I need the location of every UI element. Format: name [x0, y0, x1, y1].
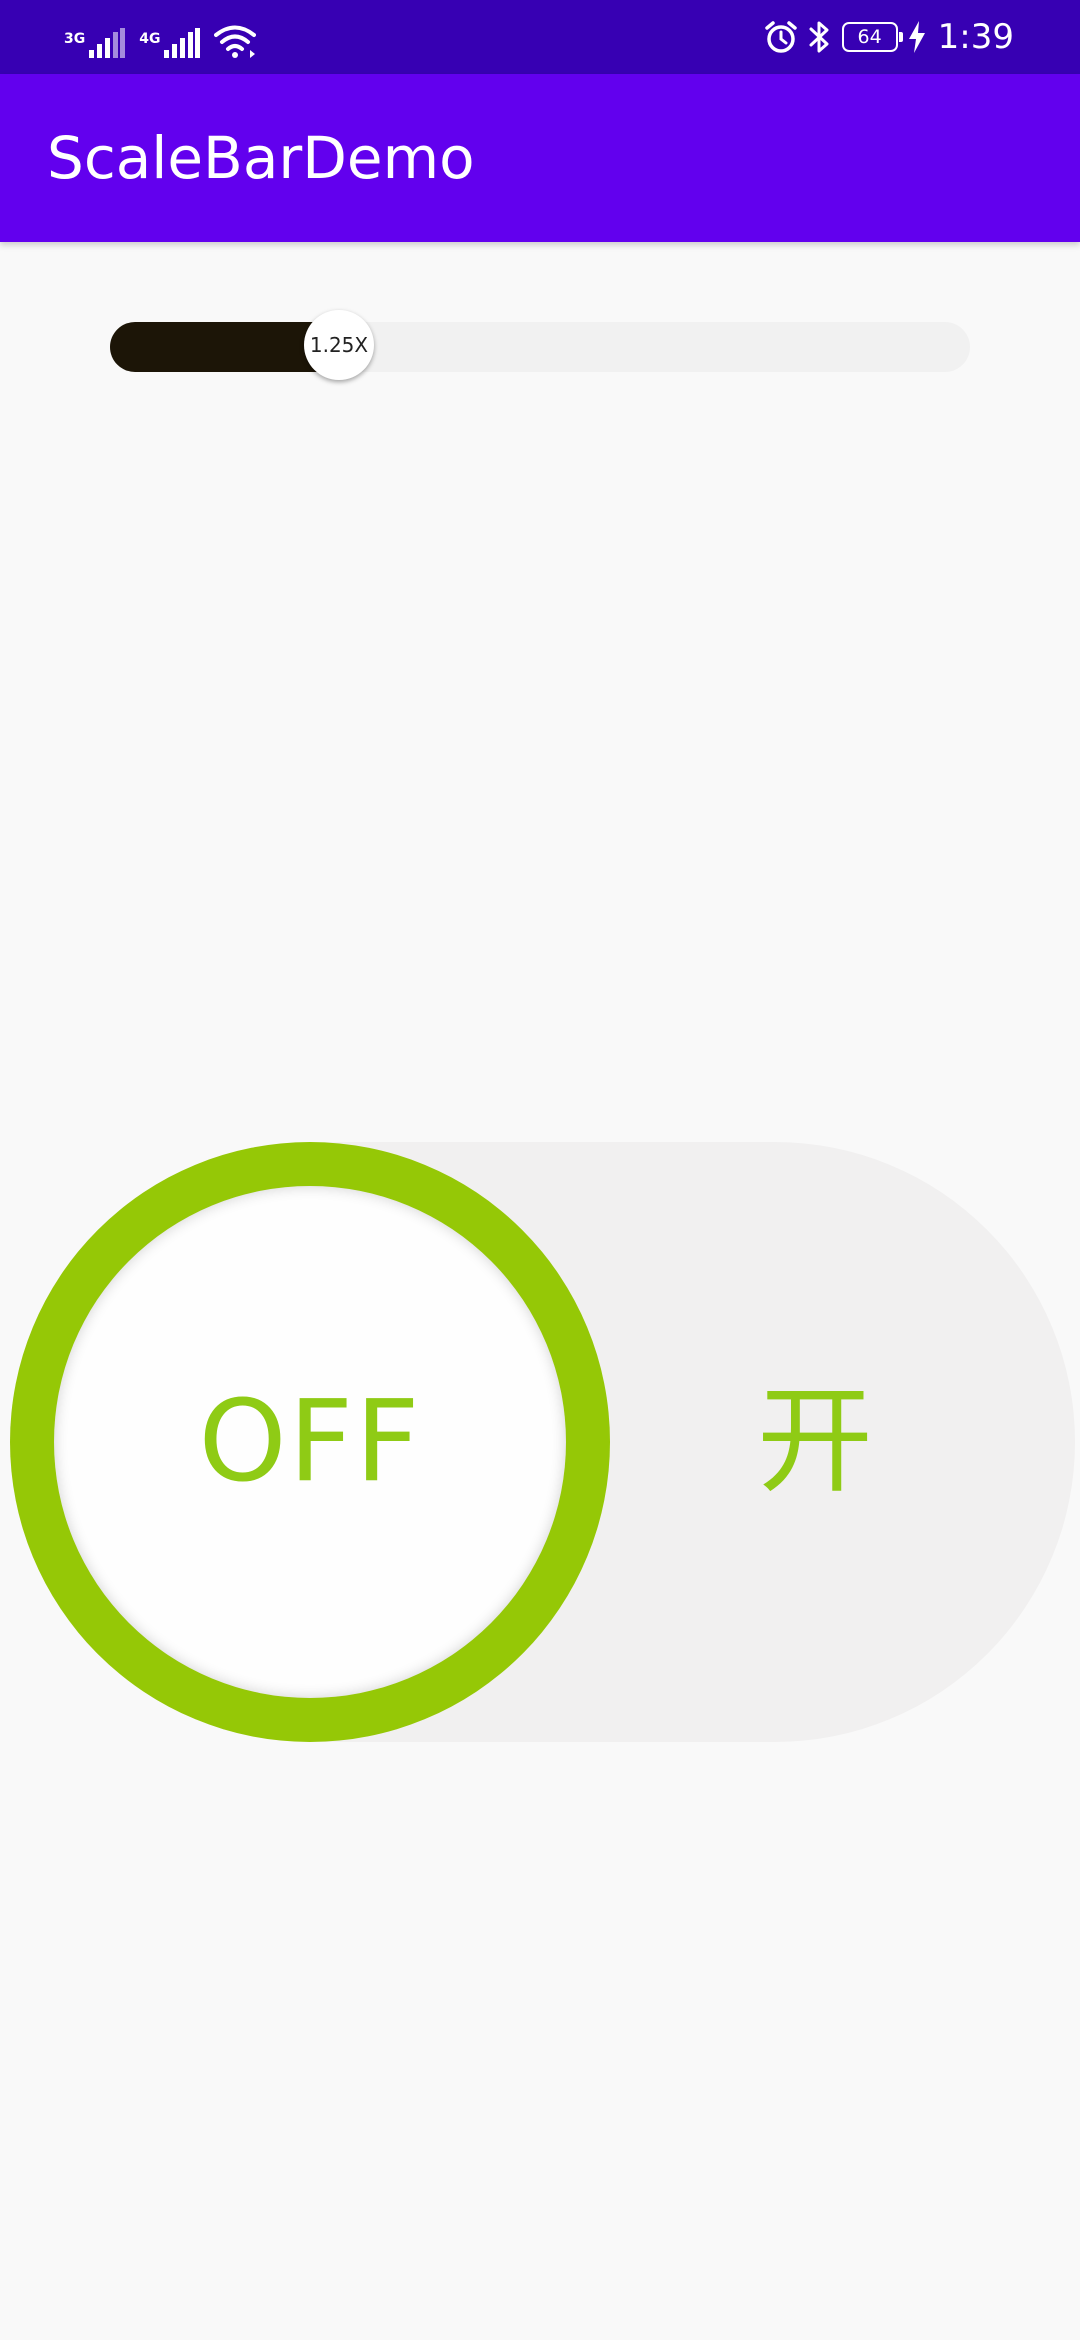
- battery-level: 64: [857, 25, 882, 48]
- screen: 3G 4G 64 1:39 ScaleBarDemo 1.25X OFF 开: [0, 0, 1080, 2340]
- network-1: 3G: [64, 28, 126, 58]
- toggle-knob-ring[interactable]: OFF: [10, 1142, 610, 1742]
- battery-icon: 64: [841, 22, 903, 52]
- scale-bar-thumb[interactable]: 1.25X: [304, 310, 374, 380]
- scale-bar[interactable]: 1.25X: [110, 310, 970, 380]
- alarm-icon: [764, 21, 797, 53]
- on-label: 开: [757, 1374, 873, 1509]
- signal-icon: [164, 28, 201, 58]
- network-type-label: 4G: [139, 31, 161, 47]
- status-bar-right: 64 1:39: [764, 14, 1014, 60]
- network-type-label: 3G: [64, 31, 86, 47]
- signal-icon: [89, 28, 126, 58]
- network-2: 4G: [139, 28, 201, 58]
- charging-icon: [908, 21, 925, 53]
- status-bar-left: 3G 4G: [64, 16, 257, 58]
- status-bar: 3G 4G 64 1:39: [0, 0, 1080, 74]
- bluetooth-icon: [809, 21, 829, 53]
- status-time: 1:39: [937, 17, 1014, 57]
- scale-value-label: 1.25X: [309, 333, 369, 357]
- on-off-toggle[interactable]: OFF 开: [10, 1142, 1075, 1742]
- app-title: ScaleBarDemo: [47, 124, 475, 192]
- wifi-icon: [214, 25, 257, 58]
- app-bar: ScaleBarDemo: [0, 74, 1080, 242]
- toggle-knob[interactable]: OFF: [54, 1186, 566, 1698]
- off-label: OFF: [198, 1377, 422, 1507]
